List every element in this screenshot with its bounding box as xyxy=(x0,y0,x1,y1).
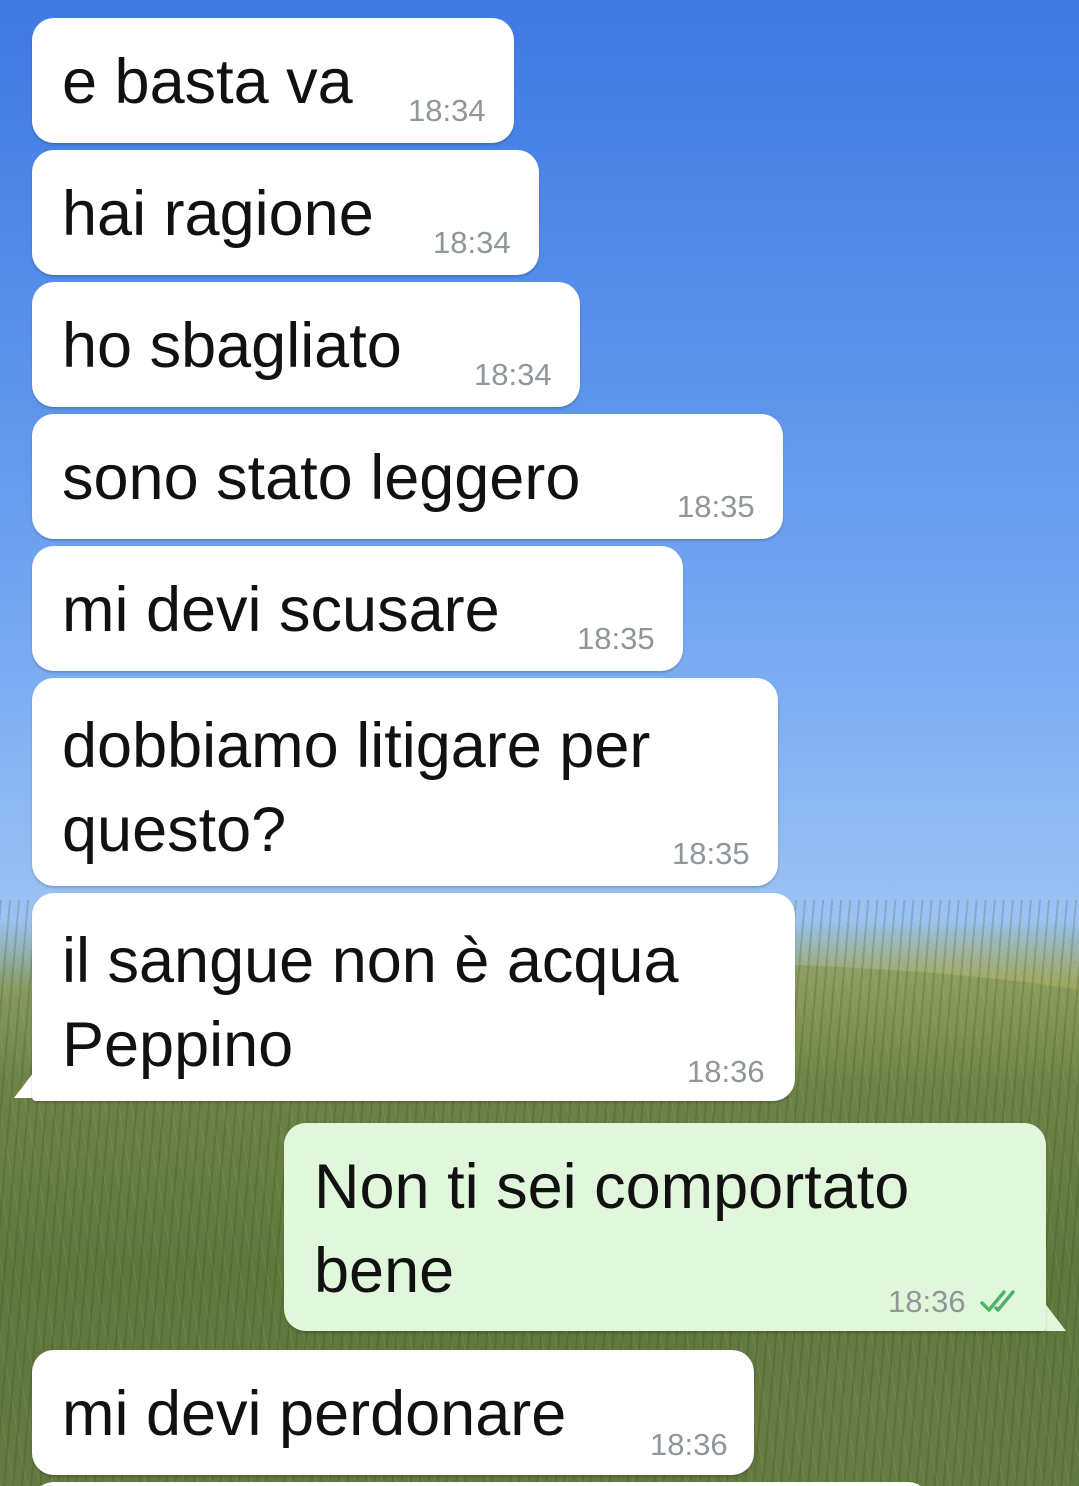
message-time: 18:36 xyxy=(650,1427,728,1462)
message-text-line: Non ti sei comportato xyxy=(314,1152,910,1222)
message-bubble-incoming[interactable]: sono stato leggero 18:35 xyxy=(32,414,783,539)
message-bubble-incoming[interactable]: il sangue non è acqua Peppino 18:36 xyxy=(32,893,795,1101)
message-text: e basta va xyxy=(62,47,353,117)
message-time: 18:36 xyxy=(888,1284,966,1319)
message-text-line: bene xyxy=(314,1236,455,1306)
message-text: sono stato leggero xyxy=(62,443,581,513)
message-text: mi devi perdonare xyxy=(62,1379,567,1449)
message-time: 18:34 xyxy=(433,225,511,260)
message-time: 18:34 xyxy=(474,357,552,392)
message-time: 18:34 xyxy=(408,93,486,128)
message-text-line: Peppino xyxy=(62,1010,294,1080)
message-time: 18:35 xyxy=(677,489,755,524)
message-bubble-incoming[interactable]: mi devi scusare 18:35 xyxy=(32,546,683,671)
chat-window: e basta va 18:34 hai ragione 18:34 ho sb… xyxy=(0,0,1079,1486)
message-bubble-incoming[interactable]: ho sbagliato 18:34 xyxy=(32,282,580,407)
message-bubble-incoming[interactable]: mi devi perdonare 18:36 xyxy=(32,1350,754,1475)
message-bubble-incoming[interactable]: dobbiamo litigare per questo? 18:35 xyxy=(32,678,778,886)
message-text: hai ragione xyxy=(62,179,374,249)
message-time: 18:35 xyxy=(672,836,750,871)
message-bubble-incoming[interactable]: e basta va 18:34 xyxy=(32,18,514,143)
message-text-line: questo? xyxy=(62,795,287,865)
message-text: ho sbagliato xyxy=(62,311,402,381)
message-bubble-outgoing[interactable]: Non ti sei comportato bene 18:36 xyxy=(284,1123,1046,1331)
message-time: 18:36 xyxy=(687,1054,765,1089)
message-bubble-incoming[interactable]: hai ragione 18:34 xyxy=(32,150,539,275)
message-text: mi devi scusare xyxy=(62,575,500,645)
message-time: 18:35 xyxy=(577,621,655,656)
double-check-icon xyxy=(980,1290,1015,1312)
message-bubble-incoming[interactable] xyxy=(32,1482,930,1486)
message-text-line: il sangue non è acqua xyxy=(62,926,679,996)
message-text-line: dobbiamo litigare per xyxy=(62,711,651,781)
